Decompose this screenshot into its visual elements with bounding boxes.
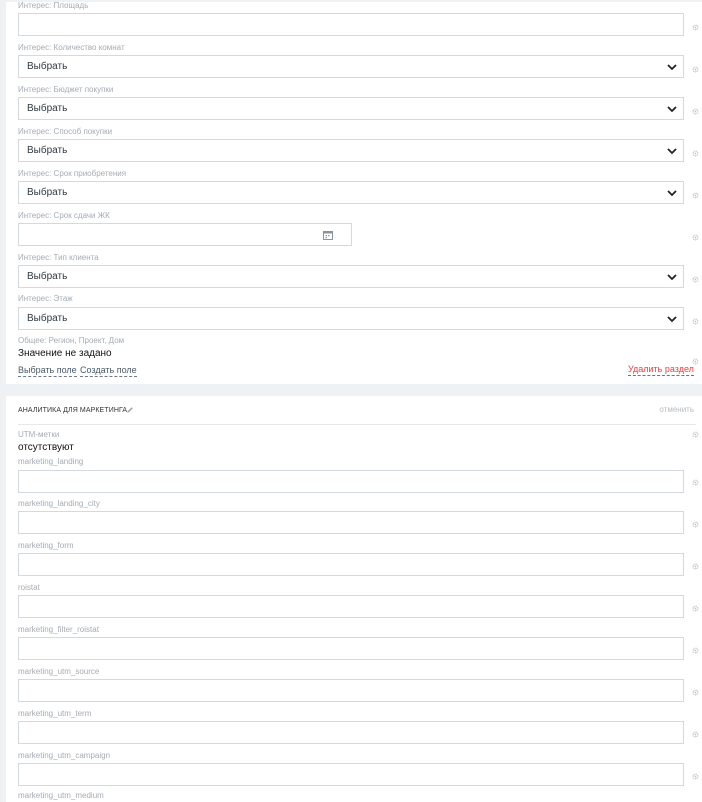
gear-icon[interactable] bbox=[692, 318, 699, 325]
gear-icon[interactable] bbox=[692, 431, 699, 438]
pencil-icon[interactable] bbox=[126, 406, 134, 414]
general-value: Значение не задано bbox=[18, 348, 112, 359]
chevron-down-icon bbox=[667, 106, 677, 113]
calendar-icon[interactable] bbox=[323, 230, 333, 240]
marketing-form-input[interactable] bbox=[18, 553, 684, 576]
select-value: Выбрать bbox=[27, 103, 68, 114]
completion-date-input[interactable] bbox=[18, 223, 352, 246]
marketing-filter-roistat-input[interactable] bbox=[18, 637, 684, 660]
marketing-utm-campaign-input[interactable] bbox=[18, 763, 684, 786]
gear-icon[interactable] bbox=[692, 563, 699, 570]
field-label: Интерес: Срок приобретения bbox=[18, 169, 127, 178]
gear-icon[interactable] bbox=[692, 479, 699, 486]
gear-icon[interactable] bbox=[692, 192, 699, 199]
interest-section: Интерес: Площадь Интерес: Количество ком… bbox=[6, 1, 702, 384]
field-label: roistat bbox=[18, 583, 40, 592]
create-field-link[interactable]: Создать поле bbox=[80, 364, 137, 377]
page: Интерес: Площадь Интерес: Количество ком… bbox=[0, 0, 702, 802]
cancel-link[interactable]: отменить bbox=[659, 405, 694, 414]
rooms-select[interactable]: Выбрать bbox=[18, 55, 684, 78]
field-label: marketing_utm_medium bbox=[18, 791, 104, 800]
field-label: marketing_landing_city bbox=[18, 499, 100, 508]
floor-select[interactable]: Выбрать bbox=[18, 307, 684, 330]
purchase-term-select[interactable]: Выбрать bbox=[18, 181, 684, 204]
chevron-down-icon bbox=[667, 64, 677, 71]
gear-icon[interactable] bbox=[692, 773, 699, 780]
gear-icon[interactable] bbox=[692, 108, 699, 115]
gear-icon[interactable] bbox=[692, 150, 699, 157]
field-label: marketing_utm_source bbox=[18, 667, 100, 676]
gear-icon[interactable] bbox=[692, 731, 699, 738]
budget-select[interactable]: Выбрать bbox=[18, 97, 684, 120]
marketing-landing-city-input[interactable] bbox=[18, 511, 684, 534]
chevron-down-icon bbox=[667, 274, 677, 281]
field-label: marketing_filter_roistat bbox=[18, 625, 99, 634]
general-label: Общее: Регион, Проект, Дом bbox=[18, 336, 125, 345]
select-value: Выбрать bbox=[27, 187, 68, 198]
gear-icon[interactable] bbox=[692, 689, 699, 696]
gear-icon[interactable] bbox=[692, 647, 699, 654]
gear-icon[interactable] bbox=[692, 521, 699, 528]
field-label: Интерес: Бюджет покупки bbox=[18, 85, 114, 94]
field-label: marketing_landing bbox=[18, 457, 84, 466]
chevron-down-icon bbox=[667, 148, 677, 155]
marketing-landing-input[interactable] bbox=[18, 470, 684, 493]
section-divider bbox=[18, 424, 696, 425]
gear-icon[interactable] bbox=[692, 24, 699, 31]
area-input[interactable] bbox=[18, 13, 684, 36]
gear-icon[interactable] bbox=[692, 66, 699, 73]
utm-value: отсутствуют bbox=[18, 442, 74, 453]
field-label: Интерес: Этаж bbox=[18, 294, 73, 303]
marketing-utm-source-input[interactable] bbox=[18, 679, 684, 702]
purchase-method-select[interactable]: Выбрать bbox=[18, 139, 684, 162]
select-value: Выбрать bbox=[27, 313, 68, 324]
select-value: Выбрать bbox=[27, 271, 68, 282]
client-type-select[interactable]: Выбрать bbox=[18, 265, 684, 288]
field-label: Интерес: Количество комнат bbox=[18, 43, 125, 52]
field-label: Интерес: Способ покупки bbox=[18, 127, 113, 136]
gear-icon[interactable] bbox=[692, 276, 699, 283]
marketing-utm-term-input[interactable] bbox=[18, 721, 684, 744]
select-field-link[interactable]: Выбрать поле bbox=[18, 364, 77, 377]
gear-icon[interactable] bbox=[692, 234, 699, 241]
select-value: Выбрать bbox=[27, 145, 68, 156]
chevron-down-icon bbox=[667, 190, 677, 197]
marketing-analytics-section: АНАЛИТИКА ДЛЯ МАРКЕТИНГА отменить UTM-ме… bbox=[6, 396, 702, 802]
roistat-input[interactable] bbox=[18, 595, 684, 618]
select-value: Выбрать bbox=[27, 61, 68, 72]
section-title: АНАЛИТИКА ДЛЯ МАРКЕТИНГА bbox=[18, 407, 128, 414]
field-label: Интерес: Тип клиента bbox=[18, 253, 99, 262]
field-label: marketing_form bbox=[18, 541, 74, 550]
utm-label: UTM-метки bbox=[18, 430, 60, 439]
delete-section-link[interactable]: Удалить раздел bbox=[628, 363, 694, 376]
field-label: marketing_utm_campaign bbox=[18, 751, 111, 760]
chevron-down-icon bbox=[667, 316, 677, 323]
field-label: Интерес: Площадь bbox=[18, 1, 89, 10]
field-label: Интерес: Срок сдачи ЖК bbox=[18, 211, 110, 220]
gear-icon[interactable] bbox=[692, 605, 699, 612]
field-label: marketing_utm_term bbox=[18, 709, 92, 718]
